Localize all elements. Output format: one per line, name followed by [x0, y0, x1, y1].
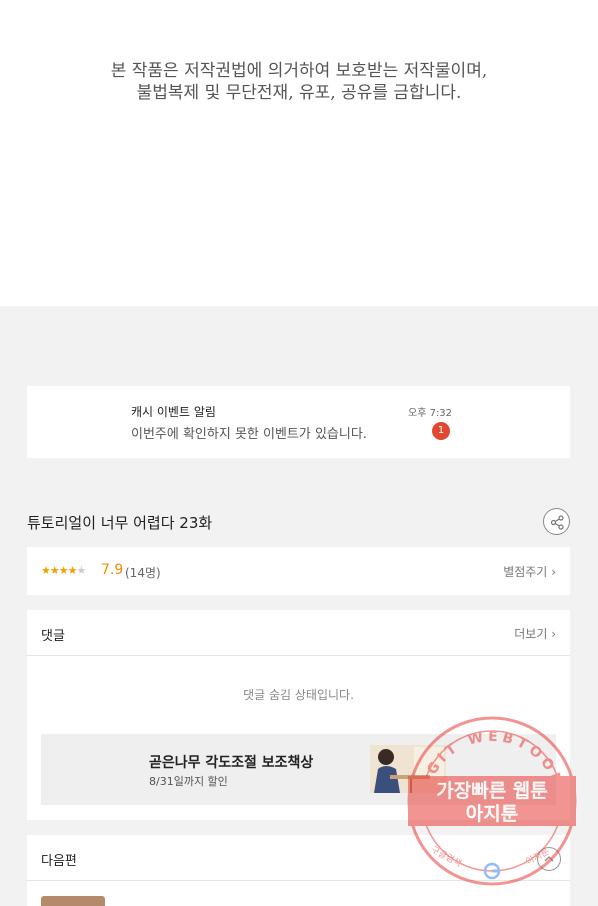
share-button[interactable]	[543, 508, 570, 535]
next-episode-title: 다음편	[41, 854, 77, 869]
rating-stars: ★★★★★	[41, 564, 87, 577]
watermark-stamp: AGIT WEBTOON 가장빠른 웹툰 아지툰 구글검색 아지툰	[407, 716, 577, 886]
watermark-bottom-left: 구글검색	[429, 843, 464, 869]
star-icon: ★	[41, 564, 51, 577]
notification-time: 오후 7:32	[408, 408, 453, 419]
comments-title: 댓글	[41, 629, 65, 644]
rate-button-label: 별점주기	[503, 565, 548, 579]
comments-more-label: 더보기	[514, 627, 548, 641]
notification-message: 이번주에 확인하지 못한 이벤트가 있습니다.	[131, 427, 367, 442]
star-icon: ★	[76, 564, 87, 577]
rating-value: 7.9	[101, 562, 124, 578]
chevron-right-icon: ›	[551, 565, 556, 579]
watermark-line-2: 아지툰	[466, 803, 518, 825]
chevron-right-icon: ›	[551, 627, 556, 641]
copyright-line-2: 불법복제 및 무단전재, 유포, 공유를 금합니다.	[136, 83, 462, 103]
copyright-line-1: 본 작품은 저작권법에 의거하여 보호받는 저작물이며,	[110, 61, 488, 81]
ad-title: 곧은나무 각도조절 보조책상	[149, 755, 314, 771]
copyright-notice: 본 작품은 저작권법에 의거하여 보호받는 저작물이며, 불법복제 및 무단전재…	[0, 0, 598, 306]
notification-card[interactable]: 캐시 이벤트 알림 이번주에 확인하지 못한 이벤트가 있습니다. 오후 7:3…	[27, 386, 570, 458]
watermark-line-1: 가장빠른 웹툰	[436, 780, 548, 802]
comments-header: 댓글 더보기 ›	[27, 610, 570, 656]
star-icon: ★	[67, 564, 78, 577]
rate-button[interactable]: 별점주기 ›	[503, 563, 556, 580]
rating-card: ★★★★★ 7.9 (14명) 별점주기 ›	[27, 547, 570, 595]
next-episode-thumbnail[interactable]	[41, 896, 105, 906]
star-icon: ★	[49, 564, 60, 577]
star-icon: ★	[58, 564, 69, 577]
ad-subtitle: 8/31일까지 할인	[149, 775, 228, 788]
rating-count: (14명)	[125, 566, 161, 580]
episode-title: 튜토리얼이 너무 어렵다 23화	[27, 514, 213, 532]
share-icon	[550, 515, 564, 530]
comments-more-button[interactable]: 더보기 ›	[514, 625, 556, 642]
notification-badge: 1	[432, 422, 450, 440]
copyright-text: 본 작품은 저작권법에 의거하여 보호받는 저작물이며, 불법복제 및 무단전재…	[0, 60, 598, 104]
notification-title: 캐시 이벤트 알림	[131, 405, 216, 419]
comments-hidden-message: 댓글 숨김 상태입니다.	[243, 688, 354, 702]
